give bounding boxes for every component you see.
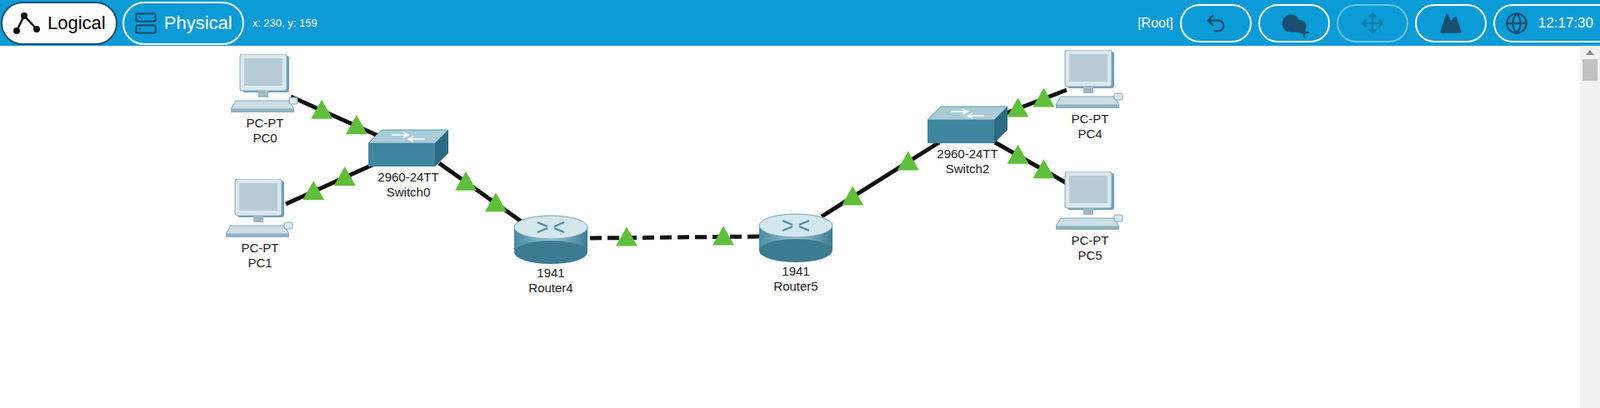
device-node[interactable]: PC-PTPC0 xyxy=(206,54,324,146)
logical-canvas[interactable]: PC-PTPC0PC-PTPC12960-24TTSwitch01941Rout… xyxy=(0,45,1580,408)
scroll-up-icon[interactable] xyxy=(1585,49,1595,56)
device-node[interactable]: 2960-24TTSwitch0 xyxy=(350,130,467,200)
scrollbar[interactable] xyxy=(1580,45,1600,408)
link-status-icon xyxy=(1032,88,1055,108)
switch-icon xyxy=(366,128,450,170)
clock: 12:17:30 xyxy=(1538,12,1594,35)
coordinates: x: 230, y: 159 xyxy=(252,15,318,32)
logical-icon xyxy=(12,10,41,36)
pc-icon xyxy=(1055,50,1125,112)
switch-icon xyxy=(925,105,1010,147)
device-name: Router4 xyxy=(528,280,573,296)
link-status-icon xyxy=(841,186,864,206)
device-model: PC-PT xyxy=(1071,233,1110,249)
pc-icon xyxy=(225,179,295,241)
link-status-icon xyxy=(455,171,477,191)
device-name: PC1 xyxy=(247,255,272,271)
scroll-thumb[interactable] xyxy=(1582,59,1598,81)
device-model: PC-PT xyxy=(1071,111,1110,127)
link[interactable] xyxy=(821,142,940,217)
top-bar: LogicalPhysical x: 230, y: 159 [Root] 12:17… xyxy=(0,0,1600,46)
device-name: Switch0 xyxy=(386,185,431,200)
device-model: 1941 xyxy=(781,264,810,280)
link[interactable] xyxy=(995,142,1067,184)
physical-icon xyxy=(134,8,158,39)
device-node[interactable]: PC-PTPC4 xyxy=(1031,53,1149,142)
device-model: 2960-24TT xyxy=(377,170,439,185)
link[interactable] xyxy=(439,163,523,223)
device-node[interactable]: PC-PTPC5 xyxy=(1031,173,1149,264)
link-status-icon xyxy=(1032,159,1055,179)
device-model: 2960-24TT xyxy=(936,146,998,162)
device-name: PC0 xyxy=(252,130,277,146)
cloud-plus-icon xyxy=(1280,10,1308,37)
link-status-icon xyxy=(334,166,356,186)
link-status-icon xyxy=(345,115,368,135)
link-status-icon xyxy=(485,192,507,212)
device-name: PC5 xyxy=(1077,248,1102,264)
background-button[interactable] xyxy=(1415,4,1487,43)
packet-tracer: LogicalPhysical x: 230, y: 159 [Root] 12:17… xyxy=(0,0,1600,408)
move-icon xyxy=(1360,11,1385,35)
pc-icon xyxy=(1055,171,1125,234)
router-icon xyxy=(512,214,590,266)
view-tab[interactable]: Logical xyxy=(0,1,118,45)
undo-icon xyxy=(1204,11,1228,35)
path-label: [Root] xyxy=(1137,13,1174,34)
device-node[interactable]: 2960-24TTSwitch2 xyxy=(909,105,1026,177)
move-button[interactable] xyxy=(1336,4,1409,43)
link[interactable] xyxy=(290,96,388,140)
view-tab[interactable]: Physical xyxy=(122,1,245,45)
link-status-icon xyxy=(310,100,333,120)
clock-button[interactable]: 12:17:30 xyxy=(1493,4,1600,43)
device-model: PC-PT xyxy=(241,240,280,256)
device-model: 1941 xyxy=(536,265,565,281)
device-node[interactable]: PC-PTPC1 xyxy=(201,179,319,271)
device-name: PC4 xyxy=(1077,126,1102,142)
link-status-icon xyxy=(1007,145,1030,165)
device-model: PC-PT xyxy=(246,115,285,131)
link[interactable] xyxy=(285,165,373,205)
device-name: Switch2 xyxy=(945,161,990,177)
device-name: Router5 xyxy=(773,279,818,295)
device-node[interactable]: 1941Router5 xyxy=(737,212,855,295)
device-node[interactable]: 1941Router4 xyxy=(492,214,610,296)
link[interactable] xyxy=(590,225,760,246)
workspace: PC-PTPC0PC-PTPC12960-24TTSwitch01941Rout… xyxy=(0,45,1600,408)
link-status-icon xyxy=(1007,97,1030,117)
link-status-icon xyxy=(302,180,325,200)
pc-icon xyxy=(230,54,300,116)
link-status-icon xyxy=(615,227,638,247)
link-status-icon xyxy=(897,150,920,170)
link-status-icon xyxy=(712,225,735,245)
undo-button[interactable] xyxy=(1180,4,1252,43)
cloud-button[interactable] xyxy=(1258,4,1330,43)
globe-icon xyxy=(1505,11,1529,35)
mountain-icon xyxy=(1439,11,1463,35)
router-icon xyxy=(757,212,835,265)
